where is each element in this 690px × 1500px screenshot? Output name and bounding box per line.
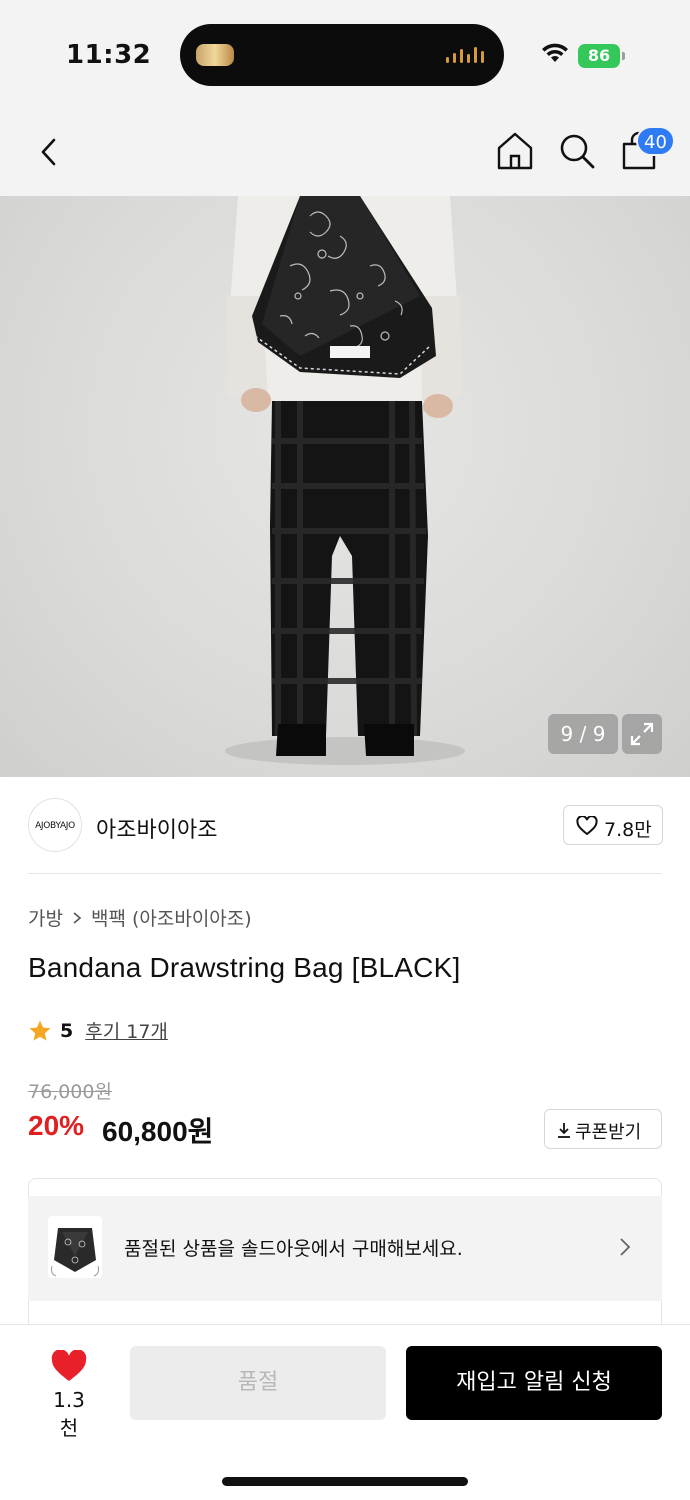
- chevron-left-icon[interactable]: [30, 132, 70, 172]
- download-icon: [558, 1123, 570, 1138]
- expand-image-button[interactable]: [622, 714, 662, 754]
- product-photo-illustration: [225, 196, 465, 765]
- rating-score: 5: [60, 1019, 74, 1042]
- wifi-icon: [542, 43, 568, 62]
- search-icon[interactable]: [556, 130, 598, 172]
- now-playing-artwork: [196, 44, 234, 66]
- coupon-label: 쿠폰받기: [575, 1122, 642, 1143]
- cart-count-badge: 40: [636, 126, 675, 156]
- chevron-right-icon: [620, 1238, 631, 1256]
- soldout-banner-text: 품절된 상품을 솔드아웃에서 구매해보세요.: [124, 1238, 463, 1260]
- status-bar: 11:32 86: [0, 0, 690, 110]
- battery-level: 86: [587, 46, 611, 65]
- restock-alert-button[interactable]: 재입고 알림 신청: [406, 1346, 662, 1420]
- chevron-right-icon: [73, 911, 82, 924]
- coupon-download-button[interactable]: 쿠폰받기: [544, 1109, 662, 1149]
- dynamic-island: [180, 24, 504, 86]
- brand-logo-text: AJOBYAJO: [35, 821, 75, 831]
- original-price: 76,000원: [28, 1081, 112, 1103]
- heart-filled-icon[interactable]: [50, 1350, 88, 1384]
- home-icon[interactable]: [494, 130, 536, 172]
- rating-row: 5 후기 17개: [28, 1017, 168, 1044]
- brand-name[interactable]: 아조바이아조: [96, 812, 217, 844]
- top-nav: [0, 110, 690, 196]
- breadcrumb-category[interactable]: 가방: [28, 904, 63, 931]
- breadcrumb: 가방 백팩 (아조바이아조): [28, 904, 252, 931]
- status-time: 11:32: [66, 40, 152, 70]
- expand-icon: [630, 722, 654, 746]
- reviews-link[interactable]: 후기 17개: [85, 1017, 168, 1044]
- battery-indicator: 86: [578, 44, 625, 68]
- heart-outline-icon: [576, 816, 598, 836]
- breadcrumb-subcategory[interactable]: 백팩 (아조바이아조): [91, 904, 252, 931]
- image-counter: 9 / 9: [548, 714, 618, 754]
- audio-bars-icon: [446, 47, 484, 63]
- sale-price: 60,800원: [102, 1116, 214, 1147]
- soldout-button: 품절: [130, 1346, 386, 1420]
- brand-like-count: 7.8만: [604, 819, 652, 841]
- divider: [28, 873, 662, 874]
- product-image[interactable]: [0, 196, 690, 777]
- home-indicator[interactable]: [222, 1477, 468, 1486]
- brand-logo[interactable]: AJOBYAJO: [28, 798, 82, 852]
- discount-rate: 20%: [28, 1110, 85, 1141]
- brand-like-button[interactable]: 7.8만: [563, 805, 663, 845]
- star-icon: [29, 1020, 51, 1041]
- wish-count: 1.3천: [53, 1388, 85, 1440]
- soldout-product-thumbnail: [48, 1216, 102, 1278]
- product-title: Bandana Drawstring Bag [BLACK]: [28, 952, 461, 983]
